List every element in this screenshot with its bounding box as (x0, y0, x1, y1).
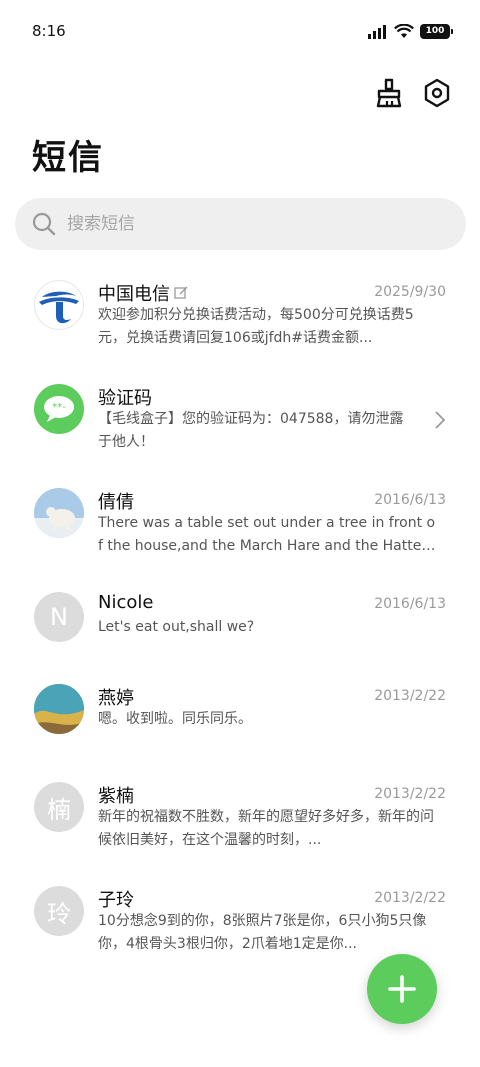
conversation-name-text: 燕婷 (98, 688, 134, 709)
svg-text:**-: **- (52, 402, 66, 413)
battery-indicator: 100 (420, 24, 453, 39)
conversation-preview: 【毛线盒子】您的验证码为：047588，请勿泄露于他人！ (98, 411, 404, 450)
landscape-photo-icon (34, 684, 84, 734)
china-telecom-logo-icon (39, 291, 79, 324)
conversation-preview: Let's eat out,shall we? (98, 619, 255, 635)
conversation-preview: 嗯。收到啦。同乐同乐。 (98, 711, 252, 727)
page-title: 短信 (32, 138, 104, 178)
settings-button[interactable] (420, 76, 454, 110)
avatar: **- (34, 384, 84, 434)
search-bar[interactable] (15, 198, 466, 250)
battery-level: 100 (425, 26, 445, 36)
conversation-name-text: 中国电信 (98, 284, 170, 305)
conversation-name: Nicole (98, 592, 153, 613)
avatar: 楠 (34, 782, 84, 832)
conversation-preview: 新年的祝福数不胜数，新年的愿望好多好多，新年的问候依旧美好，在这个温馨的时刻，.… (98, 809, 434, 848)
conversation-name-text: 验证码 (98, 388, 152, 409)
conversation-date: 2013/2/22 (374, 786, 446, 802)
clean-button[interactable] (372, 76, 406, 110)
edit-note-icon (174, 286, 188, 299)
broom-icon (376, 78, 402, 108)
status-bar: 8:16 100 (0, 0, 480, 64)
settings-hex-icon (424, 78, 450, 108)
conversation-item[interactable]: 中国电信 2025/9/30 欢迎参加积分兑换话费活动，每500分可兑换话费5元… (0, 268, 480, 372)
avatar-letter: 玲 (47, 899, 71, 928)
conversation-item[interactable]: 楠 紫楠 2013/2/22 新年的祝福数不胜数，新年的愿望好多好多，新年的问候… (0, 770, 480, 874)
conversation-name-text: 子玲 (98, 890, 134, 911)
conversation-item[interactable]: N Nicole 2016/6/13 Let's eat out,shall w… (0, 580, 480, 684)
avatar: N (34, 592, 84, 642)
conversation-name: 倩倩 (98, 488, 134, 514)
wifi-icon (394, 24, 414, 38)
avatar (34, 488, 84, 538)
conversation-preview: 欢迎参加积分兑换话费活动，每500分可兑换话费5元，兑换话费请回复106或jfd… (98, 307, 414, 346)
conversation-date: 2016/6/13 (374, 492, 446, 508)
message-bubble-icon: **- (44, 396, 74, 422)
avatar: 玲 (34, 886, 84, 936)
conversation-date: 2025/9/30 (374, 284, 446, 300)
status-icons: 100 (368, 24, 453, 39)
search-icon (32, 212, 56, 236)
avatar (34, 280, 84, 330)
conversation-name-text: 倩倩 (98, 492, 134, 513)
conversation-date: 2013/2/22 (374, 890, 446, 906)
chevron-right-icon (435, 411, 446, 429)
conversation-name: 验证码 (98, 384, 152, 410)
conversation-name: 紫楠 (98, 782, 134, 808)
conversation-list: 中国电信 2025/9/30 欢迎参加积分兑换话费活动，每500分可兑换话费5元… (0, 268, 480, 978)
conversation-name: 中国电信 (98, 280, 188, 306)
avatar (34, 684, 84, 734)
conversation-date: 2013/2/22 (374, 688, 446, 704)
plus-icon (388, 975, 416, 1003)
conversation-name: 燕婷 (98, 684, 134, 710)
avatar-letter: 楠 (47, 795, 71, 824)
status-time: 8:16 (32, 22, 66, 40)
conversation-name-text: Nicole (98, 592, 154, 613)
conversation-name: 子玲 (98, 886, 134, 912)
conversation-preview: There was a table set out under a tree i… (98, 515, 436, 554)
compose-button[interactable] (367, 954, 437, 1024)
conversation-item[interactable]: 燕婷 2013/2/22 嗯。收到啦。同乐同乐。 (0, 684, 480, 770)
avatar-letter: N (50, 603, 68, 631)
signal-icon (368, 24, 386, 39)
search-input[interactable] (67, 214, 427, 234)
conversation-item[interactable]: 倩倩 2016/6/13 There was a table set out u… (0, 476, 480, 580)
conversation-preview: 10分想念9到的你，8张照片7张是你，6只小狗5只像你，4根骨头3根归你，2爪着… (98, 913, 427, 952)
polar-bear-photo-icon (34, 488, 84, 538)
conversation-item[interactable]: **- 验证码 【毛线盒子】您的验证码为：047588，请勿泄露于他人！ (0, 372, 480, 476)
conversation-date: 2016/6/13 (374, 596, 446, 612)
top-actions (372, 76, 454, 110)
conversation-name-text: 紫楠 (98, 786, 134, 807)
